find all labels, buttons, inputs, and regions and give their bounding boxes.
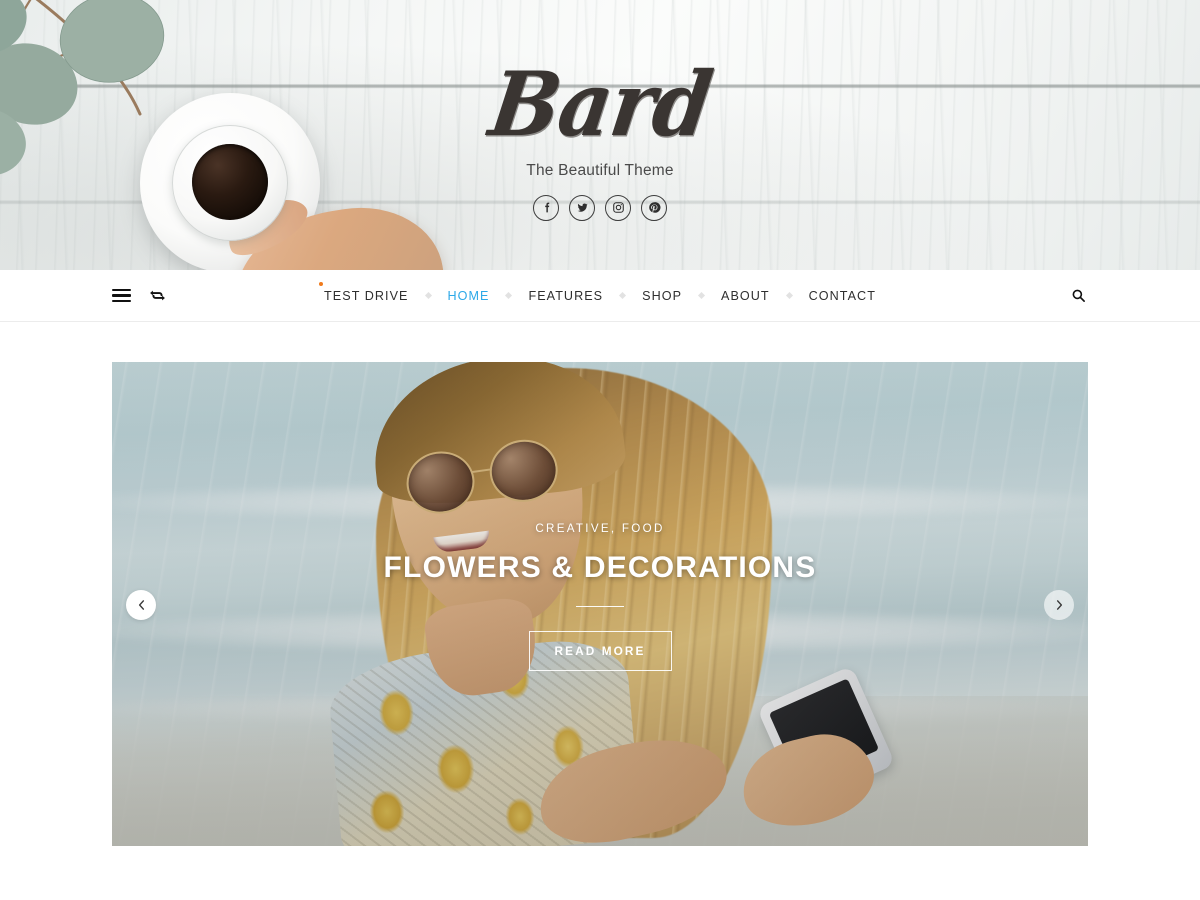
instagram-icon	[612, 202, 624, 213]
slide-caption: CREATIVE, FOOD FLOWERS & DECORATIONS REA…	[112, 522, 1088, 672]
slide-category[interactable]: CREATIVE, FOOD	[535, 522, 664, 535]
new-badge-dot-icon	[319, 281, 324, 286]
nav-item-shop[interactable]: SHOP	[642, 289, 682, 303]
nav-item-contact[interactable]: CONTACT	[809, 289, 876, 303]
nav-item-label: FEATURES	[528, 288, 604, 303]
site-header: Bard The Beautiful Theme	[0, 0, 1200, 270]
read-more-button[interactable]: READ MORE	[528, 631, 672, 672]
search-icon[interactable]	[1068, 286, 1088, 306]
main-navigation: TEST DRIVE HOME FEATURES SHOP ABOUT CONT…	[0, 270, 1200, 322]
nav-item-test-drive[interactable]: TEST DRIVE	[319, 281, 409, 303]
social-link-twitter[interactable]	[569, 194, 595, 221]
nav-item-label: CONTACT	[808, 288, 876, 303]
nav-separator-icon	[785, 291, 793, 300]
nav-separator-icon	[697, 291, 706, 300]
nav-separator-icon	[505, 291, 513, 300]
slider-next-arrow[interactable]	[1044, 590, 1074, 620]
slide-divider	[576, 606, 624, 608]
nav-menu: TEST DRIVE HOME FEATURES SHOP ABOUT CONT…	[0, 281, 1200, 303]
slider-prev-arrow[interactable]	[126, 590, 156, 620]
nav-item-about[interactable]: ABOUT	[721, 289, 770, 303]
chevron-left-icon	[138, 600, 144, 610]
nav-item-label: SHOP	[642, 288, 683, 303]
slide-title[interactable]: FLOWERS & DECORATIONS	[384, 551, 817, 585]
twitter-icon	[577, 203, 588, 212]
facebook-icon	[544, 202, 549, 213]
social-link-facebook[interactable]	[533, 194, 559, 221]
site-logo[interactable]: Bard	[483, 53, 717, 157]
social-links	[533, 194, 667, 221]
nav-item-label: HOME	[447, 288, 490, 303]
search-glyph	[1072, 289, 1085, 302]
nav-item-features[interactable]: FEATURES	[528, 289, 603, 303]
site-tagline: The Beautiful Theme	[526, 161, 674, 179]
nav-separator-icon	[424, 291, 432, 300]
hero-slider: CREATIVE, FOOD FLOWERS & DECORATIONS REA…	[112, 362, 1088, 846]
pinterest-icon	[648, 202, 660, 213]
nav-separator-icon	[619, 291, 627, 300]
social-link-instagram[interactable]	[605, 194, 631, 221]
content-container: CREATIVE, FOOD FLOWERS & DECORATIONS REA…	[112, 362, 1088, 846]
nav-item-label: TEST DRIVE	[324, 288, 409, 303]
nav-item-label: ABOUT	[721, 288, 770, 303]
nav-item-home[interactable]: HOME	[448, 289, 490, 303]
chevron-right-icon	[1056, 600, 1062, 610]
social-link-pinterest[interactable]	[641, 194, 667, 221]
main-content: CREATIVE, FOOD FLOWERS & DECORATIONS REA…	[0, 322, 1200, 900]
